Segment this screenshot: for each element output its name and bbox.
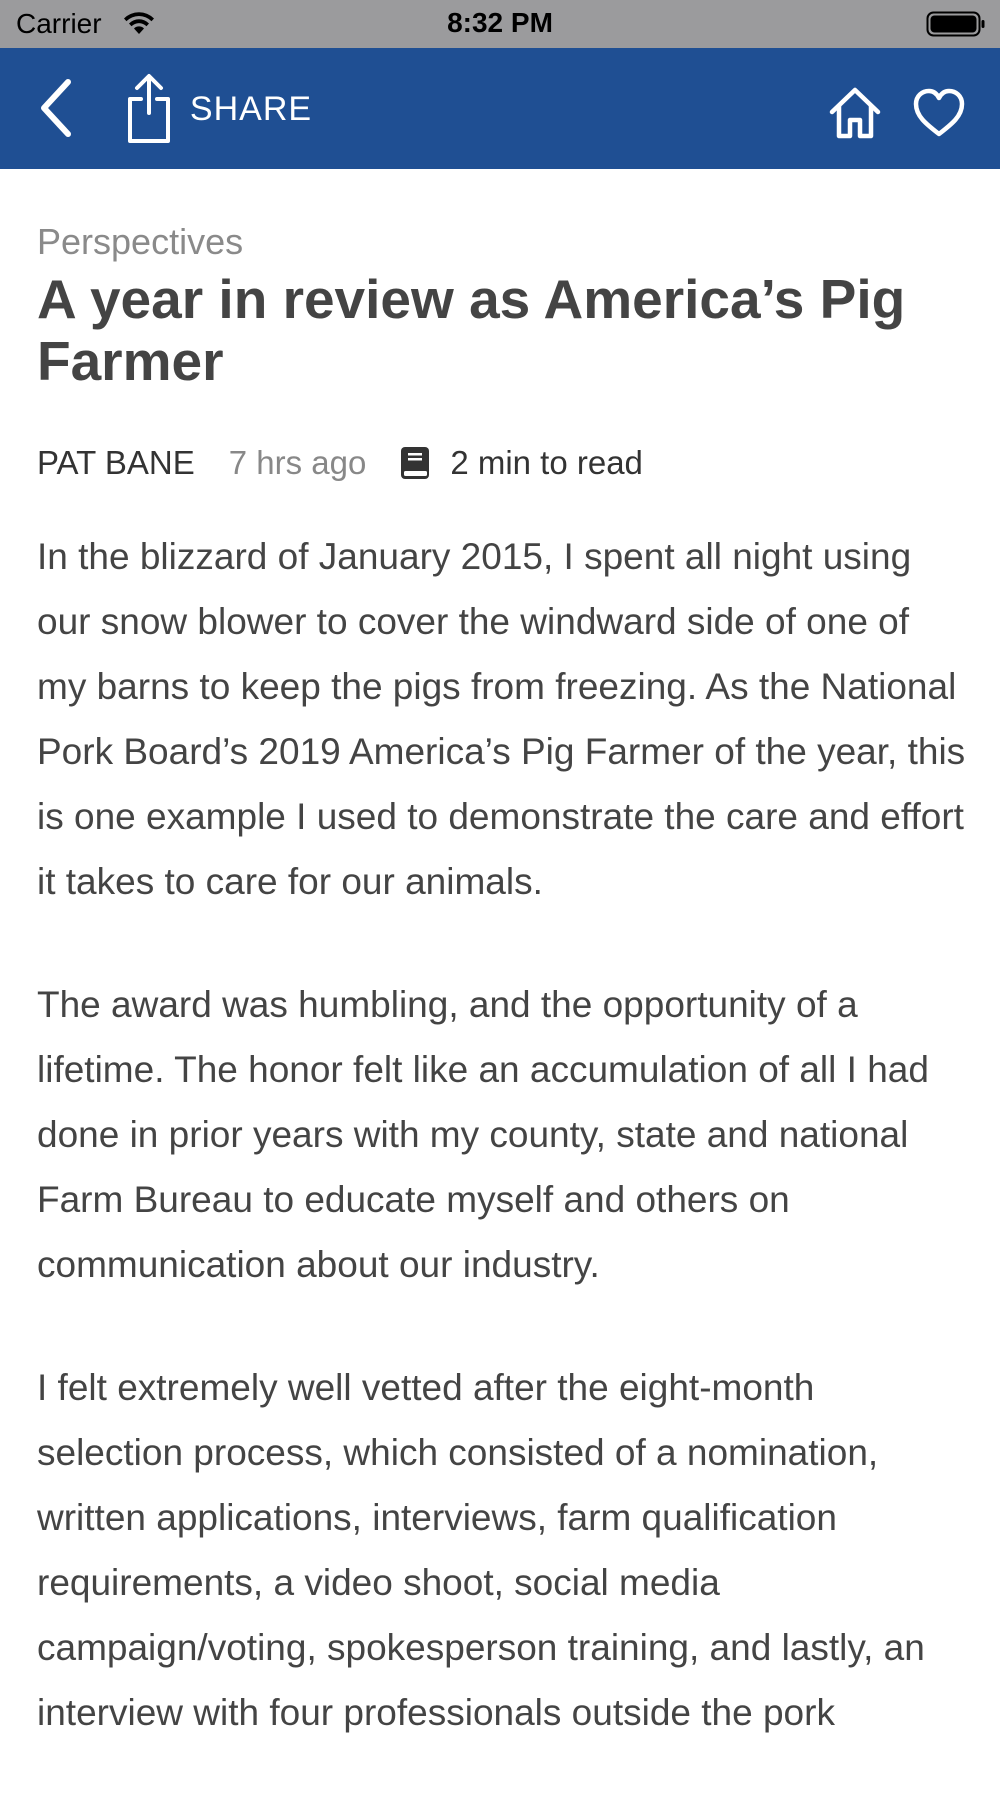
nav-bar: SHARE <box>0 48 1000 169</box>
share-button[interactable]: SHARE <box>118 70 318 148</box>
article-author[interactable]: PAT BANE <box>37 444 195 482</box>
article-paragraph: The award was humbling, and the opportun… <box>37 984 929 1285</box>
article-time-ago: 7 hrs ago <box>228 444 367 481</box>
share-label: SHARE <box>189 89 313 128</box>
home-button[interactable] <box>826 84 884 142</box>
book-icon <box>401 447 430 479</box>
article-paragraph: In the blizzard of January 2015, I spent… <box>37 536 966 902</box>
status-bar: Carrier 8:32 PM <box>0 0 1000 48</box>
heart-icon <box>913 88 965 137</box>
article-meta: PAT BANE 7 hrs ago 2 min to read <box>37 438 967 488</box>
chevron-left-icon <box>41 79 71 137</box>
battery-icon <box>926 11 985 37</box>
article-category[interactable]: Perspectives <box>37 220 967 264</box>
article-body: In the blizzard of January 2015, I spent… <box>37 524 967 1745</box>
article-paragraph: I felt extremely well vetted after the e… <box>37 1367 925 1733</box>
back-button[interactable] <box>30 76 82 140</box>
share-icon <box>127 74 170 143</box>
article-title: A year in review as America’s Pig Farmer <box>37 268 906 392</box>
home-icon <box>829 87 881 139</box>
article-read-time: 2 min to read <box>450 444 643 481</box>
status-time: 8:32 PM <box>447 7 553 38</box>
article-content: Perspectives A year in review as America… <box>37 220 967 1803</box>
favorite-button[interactable] <box>910 84 968 142</box>
